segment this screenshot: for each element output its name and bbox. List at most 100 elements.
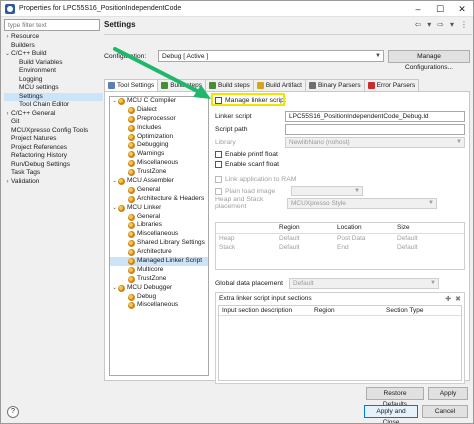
sidebar-item[interactable]: › Resource <box>4 33 103 42</box>
sidebar-item[interactable]: Project References <box>4 144 103 153</box>
back-dropdown-icon[interactable]: ▾ <box>425 20 433 30</box>
printf-float-row[interactable]: Enable printf float <box>215 151 278 158</box>
extra-sections-header: Extra linker script input sections ✚ ✖ <box>216 293 464 304</box>
global-data-select[interactable]: Default ▼ <box>289 278 439 289</box>
add-icon[interactable]: ✚ <box>445 295 451 303</box>
tool-tree-item[interactable]: Architecture & Headers <box>110 195 208 204</box>
tab[interactable]: Build Artifact <box>253 79 306 91</box>
linker-script-input[interactable]: LPC55S16_PositionIndependentCode_Debug.l… <box>285 111 465 122</box>
minimize-button[interactable]: – <box>407 1 429 17</box>
tool-tree-item[interactable]: Dialect <box>110 106 208 115</box>
tool-tree-item[interactable]: TrustZone <box>110 275 208 284</box>
sidebar-item-label: MCUXpresso Config Tools <box>11 126 89 134</box>
link-to-ram-checkbox[interactable] <box>215 176 222 183</box>
script-path-input[interactable] <box>285 124 465 135</box>
sidebar-item[interactable]: MCUXpresso Config Tools <box>4 127 103 136</box>
tool-tree-item[interactable]: Libraries <box>110 221 208 230</box>
more-menu-icon[interactable]: ⋮ <box>458 20 470 30</box>
tool-tree-item[interactable]: TrustZone <box>110 168 208 177</box>
heap-stack-select[interactable]: MCUXpresso Style ▼ <box>287 197 437 209</box>
expand-toggle-icon[interactable]: › <box>4 33 11 42</box>
sidebar-item[interactable]: ⌄C/C++ Build <box>4 50 103 59</box>
plain-load-image-checkbox[interactable] <box>215 187 222 195</box>
tool-tree-item[interactable]: ⌄ MCU Linker <box>110 204 208 213</box>
tool-tree-item[interactable]: ⌄ MCU C Compiler <box>110 97 208 106</box>
sidebar-item-label: Environment <box>19 67 57 74</box>
tab[interactable]: Error Parsers <box>364 79 420 91</box>
tab[interactable]: Build steps <box>206 79 254 91</box>
sidebar-item[interactable]: Project Natures <box>4 135 103 144</box>
tab[interactable]: Build steps <box>158 79 207 91</box>
linker-script-row: Linker script LPC55S16_PositionIndepende… <box>215 111 465 122</box>
tool-tree-item[interactable]: Miscellaneous <box>110 230 208 239</box>
table-row[interactable]: Heap Default Post Data Default <box>216 234 464 243</box>
sidebar-item[interactable]: Task Tags <box>4 169 103 178</box>
tool-tree-label: MCU Linker <box>127 203 162 211</box>
tool-tree-item[interactable]: Shared Library Settings <box>110 239 208 248</box>
expand-toggle-icon[interactable]: ⌄ <box>111 284 118 293</box>
sidebar-item[interactable]: Settings <box>4 92 103 101</box>
sidebar-item[interactable]: Run/Debug Settings <box>4 161 103 170</box>
tool-tree-item[interactable]: General <box>110 186 208 195</box>
sidebar-item[interactable]: Refactoring History <box>4 152 103 161</box>
library-select[interactable]: NewlibNano (nohost) ▼ <box>285 137 465 148</box>
sidebar-item[interactable]: Build Variables <box>4 59 103 68</box>
back-arrow-icon[interactable]: ⇦ <box>413 20 424 30</box>
sidebar-item[interactable]: › Validation <box>4 178 103 187</box>
link-to-ram-row[interactable]: Link application to RAM <box>215 176 296 183</box>
expand-toggle-icon[interactable]: ⌄ <box>111 177 118 186</box>
forward-arrow-icon[interactable]: ⇨ <box>435 20 446 30</box>
expand-toggle-icon[interactable]: › <box>4 178 11 187</box>
tool-tree-item[interactable]: General <box>110 213 208 222</box>
tab[interactable]: Tool Settings <box>104 79 159 91</box>
maximize-button[interactable]: ☐ <box>429 1 451 17</box>
highlight-box <box>211 93 285 106</box>
tab[interactable]: Binary Parsers <box>305 79 365 91</box>
filter-input[interactable] <box>4 19 100 31</box>
close-button[interactable]: ✕ <box>451 1 473 17</box>
sidebar-item[interactable]: Builders <box>4 42 103 51</box>
tool-tree-item[interactable]: Managed Linker Script <box>110 257 208 266</box>
delete-icon[interactable]: ✖ <box>455 295 461 303</box>
expand-toggle-icon[interactable]: › <box>4 110 11 119</box>
configuration-select[interactable]: Debug [ Active ] ▼ <box>158 50 384 62</box>
expand-toggle-icon[interactable]: ⌄ <box>111 97 118 106</box>
sidebar-item[interactable]: Git <box>4 118 103 127</box>
enable-printf-float-checkbox[interactable] <box>215 151 222 158</box>
tool-tree-label: Multicore <box>137 265 164 273</box>
manage-configurations-button[interactable]: Manage Configurations... <box>388 49 470 71</box>
sidebar-item-label: C/C++ Build <box>11 50 47 57</box>
tool-tree-item[interactable]: ⌄ MCU Assembler <box>110 177 208 186</box>
tool-tree-item[interactable]: Miscellaneous <box>110 159 208 168</box>
forward-dropdown-icon[interactable]: ▾ <box>448 20 456 30</box>
tool-tree-item[interactable]: Warnings <box>110 150 208 159</box>
tool-tree-item[interactable]: ⌄ MCU Debugger <box>110 284 208 293</box>
sidebar-item[interactable]: Logging <box>4 76 103 85</box>
tool-tree-item[interactable]: Debug <box>110 293 208 302</box>
tool-tree-item[interactable]: Preprocessor <box>110 115 208 124</box>
expand-toggle-icon[interactable]: ⌄ <box>4 50 11 59</box>
tool-tree-item[interactable]: Miscellaneous <box>110 301 208 310</box>
sidebar-item[interactable]: › C/C++ General <box>4 110 103 119</box>
sidebar-item[interactable]: Tool Chain Editor <box>4 101 103 110</box>
tool-tree-item[interactable]: Architecture <box>110 248 208 257</box>
tool-tree-item[interactable]: Debugging <box>110 141 208 150</box>
apply-and-close-button[interactable]: Apply and Close <box>364 405 418 423</box>
plain-load-image-select[interactable]: ▼ <box>291 186 363 196</box>
enable-scanf-float-checkbox[interactable] <box>215 161 222 168</box>
configuration-value: Debug [ Active ] <box>162 53 209 60</box>
sidebar-item-label: Resource <box>11 33 40 40</box>
scanf-float-row[interactable]: Enable scanf float <box>215 161 279 168</box>
tool-tree-item[interactable]: Optimization <box>110 133 208 142</box>
sidebar-item-label: Validation <box>11 177 40 185</box>
tool-tree-item[interactable]: Includes <box>110 124 208 133</box>
sidebar-item[interactable]: Environment <box>4 67 103 76</box>
help-icon[interactable]: ? <box>7 406 19 418</box>
tool-tree-item[interactable]: Multicore <box>110 266 208 275</box>
expand-toggle-icon[interactable]: ⌄ <box>111 204 118 213</box>
sidebar-item-label: MCU settings <box>19 84 59 91</box>
sidebar-item[interactable]: MCU settings <box>4 84 103 93</box>
table-row[interactable]: Stack Default End Default <box>216 243 464 252</box>
cancel-button[interactable]: Cancel <box>422 405 468 418</box>
settings-gear-icon <box>118 97 125 105</box>
